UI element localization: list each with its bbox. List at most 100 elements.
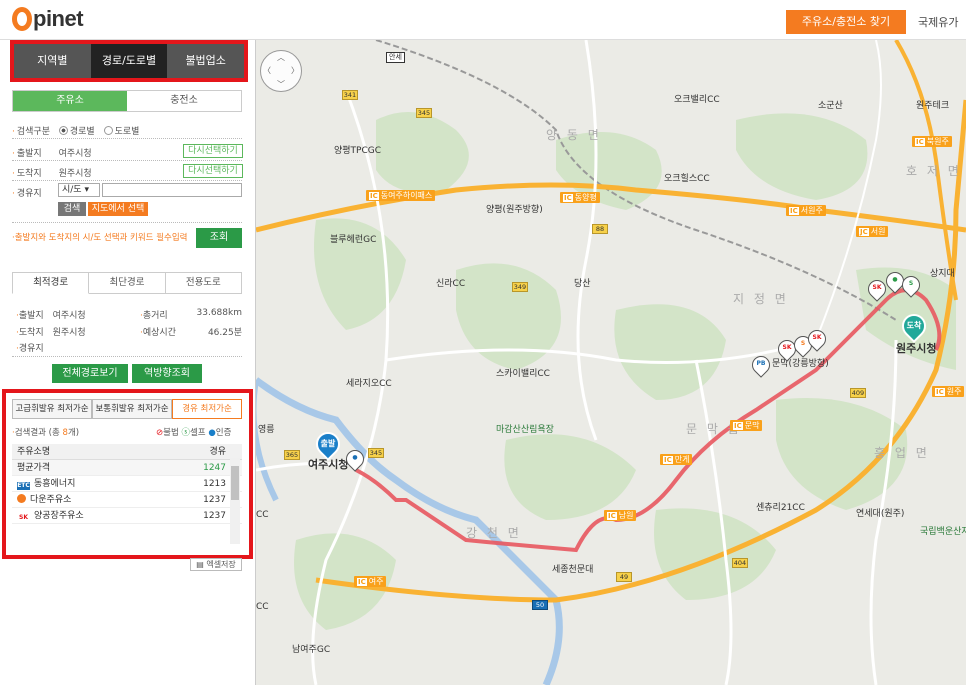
- ic-name: 서원주: [800, 206, 823, 215]
- end-label: 도착지: [16, 169, 42, 179]
- required-note: ·출발지와 도착지의 시/도 선택과 키워드 필수입력: [12, 233, 188, 243]
- tab-premium-gasoline[interactable]: 고급휘발유 최저가순: [12, 399, 92, 419]
- info-time: ·예상시간: [140, 328, 176, 338]
- legend: ⊘불법 ⓢ셀프 ●인증: [156, 426, 231, 438]
- excel-save-button[interactable]: ▤ 엑셀저장: [190, 558, 242, 571]
- tab-route-road[interactable]: 경로/도로별: [90, 44, 168, 78]
- station-name: 양공장주유소: [34, 511, 84, 521]
- map-label-heungeop: 흥 업 면: [874, 446, 930, 460]
- radio-route[interactable]: [58, 126, 68, 135]
- ic-sign: IC 남원: [604, 510, 637, 521]
- map-sign-anse: 안세: [386, 52, 405, 63]
- start-pin-label: 출발: [320, 439, 336, 448]
- start-reselect-button[interactable]: 다시선택하기: [183, 144, 243, 158]
- legend-cert: 인증: [215, 428, 232, 438]
- ic-name: 원주: [946, 387, 962, 396]
- legend-illegal: 불법: [163, 428, 179, 438]
- tab-diesel[interactable]: 경유 최저가순: [172, 399, 242, 419]
- tab-shortest-route[interactable]: 최단경로: [89, 272, 166, 294]
- chevron-right-icon: 〉: [291, 66, 299, 75]
- result-count: ·검색결과 (총 8개): [12, 428, 80, 438]
- ic-sign: IC 문막: [730, 420, 763, 431]
- query-button[interactable]: 조회: [196, 228, 242, 248]
- ic-name: 만게: [674, 455, 690, 464]
- tab-exclusive-road[interactable]: 전용도로: [165, 272, 242, 294]
- map-label-yangpyeong-tpc: 양평TPCGC: [334, 146, 382, 156]
- map-label-wonju-tech: 원주테크: [916, 101, 950, 111]
- ic-sign: IC 여주: [354, 576, 387, 587]
- opinet-logo[interactable]: pinet: [12, 6, 84, 32]
- reverse-query-button[interactable]: 역방향조회: [132, 364, 202, 383]
- info-start-value: 여주시청: [52, 311, 86, 321]
- col-name[interactable]: 주유소명: [12, 444, 182, 459]
- ic-sign: IC 동양평: [560, 192, 600, 203]
- ic-name: 여주: [368, 577, 384, 586]
- tab-regular-gasoline[interactable]: 보통휘발유 최저가순: [92, 399, 172, 419]
- list-item[interactable]: ETC 동흥에너지 1213: [12, 476, 242, 492]
- tab-region[interactable]: 지역별: [14, 44, 91, 78]
- map-label-yeongreung: 영릉: [258, 425, 275, 435]
- via-region-select[interactable]: 시/도 ▾: [58, 183, 100, 197]
- via-label: 경유지: [16, 189, 42, 199]
- avg-label: 평균가격: [17, 463, 51, 473]
- info-time-label: 예상시간: [142, 328, 176, 338]
- map-label-bluehaven: 블루헤런GC: [330, 235, 377, 245]
- list-header: 주유소명 경유: [12, 444, 242, 460]
- road-shield: 50: [532, 600, 548, 610]
- chevron-left-icon: 〈: [263, 66, 271, 75]
- ic-sign: IC 원주: [932, 386, 965, 397]
- chevron-down-icon: ﹀: [277, 80, 285, 89]
- via-search-button[interactable]: 검색: [58, 202, 86, 216]
- gas-station-icon: ●: [352, 454, 358, 461]
- tab-illegal[interactable]: 불법업소: [167, 44, 245, 78]
- map-label-hojeo: 호 저 면: [906, 164, 962, 178]
- scroll-thumb[interactable]: [231, 466, 239, 500]
- find-station-button[interactable]: 주유소/충전소 찾기: [786, 10, 906, 34]
- map-label-gc-left1: CC: [256, 510, 269, 520]
- radio-route-label: 경로별: [69, 127, 95, 137]
- map-label-shilla: 신라CC: [436, 279, 466, 289]
- map-label-yangdong: 양 동 면: [546, 128, 602, 142]
- list-item[interactable]: SK 양공장주유소 1237: [12, 508, 242, 524]
- divider: [12, 222, 242, 223]
- avg-row: 평균가격 1247: [12, 460, 242, 476]
- intl-oil-price-link[interactable]: 국제유가: [918, 14, 958, 30]
- start-value: 여주시청: [58, 149, 92, 159]
- ic-name: 동양평: [574, 193, 597, 202]
- map-label-dangsan: 당산: [574, 279, 591, 289]
- map-select-button[interactable]: 지도에서 선택: [88, 202, 148, 216]
- chevron-down-icon: ▾: [84, 185, 89, 195]
- map-view[interactable]: ︿ 〈〉 ﹀ 양 동 면 지 정 면 문 막 읍 흥 업 면 강 천 면 호 저 면…: [256, 40, 966, 685]
- via-keyword-input[interactable]: [102, 183, 242, 197]
- list-item[interactable]: 다운주유소 1237: [12, 492, 242, 508]
- info-distance-label: 총거리: [142, 311, 168, 321]
- tab-optimal-route[interactable]: 최적경로: [12, 272, 90, 294]
- ic-name: 남원: [618, 511, 634, 520]
- divider: [12, 180, 242, 181]
- ic-prefix: IC: [935, 388, 945, 396]
- sk-brand-icon: SK: [17, 514, 30, 522]
- map-pan-control[interactable]: ︿ 〈 〉 ﹀: [260, 50, 302, 92]
- col-price[interactable]: 경유: [182, 444, 230, 459]
- ic-prefix: IC: [733, 422, 743, 430]
- search-type-label: 검색구분: [16, 127, 50, 137]
- tab-gas-station[interactable]: 주유소: [13, 91, 127, 111]
- tab-charging-station[interactable]: 충전소: [127, 91, 241, 111]
- map-label-munmak-rest: 문막(강릉방향): [772, 359, 829, 369]
- divider: [12, 356, 242, 357]
- info-end: ·도착지 원주시청: [16, 328, 86, 338]
- map-label-namyeoju: 남여주GC: [292, 645, 331, 655]
- radio-road-label: 도로별: [114, 127, 140, 137]
- end-reselect-button[interactable]: 다시선택하기: [183, 164, 243, 178]
- list-scrollbar[interactable]: [230, 458, 240, 544]
- sk-station-icon: SK: [872, 284, 882, 291]
- chevron-up-icon: ︿: [277, 53, 285, 62]
- map-label-okebelly: 오크밸리CC: [674, 95, 720, 105]
- station-price: 1213: [203, 479, 226, 489]
- radio-road[interactable]: [103, 126, 113, 135]
- view-full-route-button[interactable]: 전체경로보기: [52, 364, 128, 383]
- divider: [12, 138, 242, 139]
- map-label-sogunsan: 소군산: [818, 101, 843, 111]
- end-pin-label: 도착: [906, 321, 922, 330]
- search-panel: 지역별 경로/도로별 불법업소 주유소 충전소 · 검색구분 경로별 도로별 · 출…: [0, 40, 256, 685]
